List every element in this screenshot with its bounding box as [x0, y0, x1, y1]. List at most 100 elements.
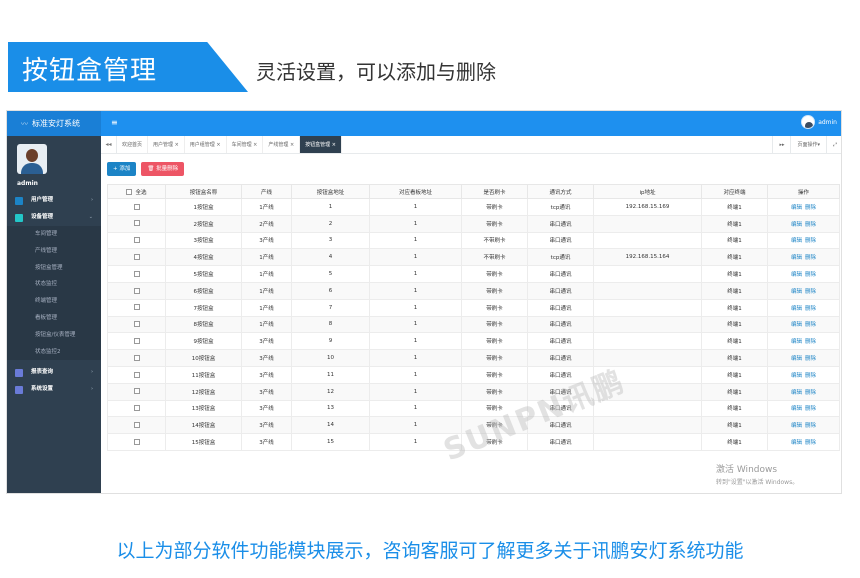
row-checkbox[interactable]: [133, 220, 140, 227]
tab-0[interactable]: 欢迎首页: [117, 136, 149, 153]
sidebar-subitem-4[interactable]: 按钮盒管理: [7, 259, 101, 277]
row-checkbox[interactable]: [133, 287, 140, 294]
edit-link[interactable]: 编辑: [791, 322, 802, 328]
edit-link[interactable]: 编辑: [791, 406, 802, 412]
delete-link[interactable]: 删除: [805, 238, 816, 244]
user-menu[interactable]: admin: [801, 115, 837, 129]
brand[interactable]: 〰标准安灯系统: [7, 111, 101, 136]
tab-2[interactable]: 用户组管理 ×: [185, 136, 227, 153]
delete-link[interactable]: 删除: [805, 205, 816, 211]
delete-link[interactable]: 删除: [805, 222, 816, 228]
sidebar-subitem-8[interactable]: 按钮盒/仪表管理: [7, 326, 101, 344]
edit-link[interactable]: 编辑: [791, 339, 802, 345]
edit-link[interactable]: 编辑: [791, 255, 802, 261]
sidebar-subitem-2[interactable]: 车间管理: [7, 226, 101, 243]
app-window: 〰标准安灯系统 ≡ admin admin 用户管理 › 设备管理 ⌄ 车间管理 产线管理…: [6, 110, 842, 494]
delete-link[interactable]: 删除: [805, 322, 816, 328]
tabs-back-icon[interactable]: ◂◂: [101, 136, 117, 153]
table-cell: 1产线: [241, 281, 292, 300]
row-checkbox[interactable]: [133, 304, 140, 311]
delete-link[interactable]: 删除: [805, 390, 816, 396]
row-checkbox[interactable]: [133, 254, 140, 261]
sidebar-subitem-5[interactable]: 状态监控: [7, 276, 101, 294]
column-header: 产线: [241, 184, 292, 199]
table-cell: 3产线: [241, 416, 292, 435]
table-cell: 终端1: [701, 231, 768, 250]
table-cell: [593, 265, 702, 283]
sidebar-item-0[interactable]: 用户管理 ›: [7, 192, 101, 209]
delete-link[interactable]: 删除: [805, 356, 816, 362]
table-cell: 14按钮盒: [165, 416, 242, 435]
row-checkbox[interactable]: [133, 321, 140, 328]
table-cell: [593, 298, 702, 317]
table-cell: 15: [291, 433, 370, 451]
edit-link[interactable]: 编辑: [791, 272, 802, 278]
column-header-label: 是否刷卡: [483, 189, 506, 196]
table-cell: [593, 281, 702, 300]
edit-link[interactable]: 编辑: [791, 440, 802, 446]
table-cell: 不带刷卡: [461, 248, 528, 267]
tab-5[interactable]: 按钮盒管理 ×: [300, 136, 342, 153]
sidebar-item-11[interactable]: 系统设置 ›: [7, 381, 101, 398]
table-cell: 终端1: [701, 214, 768, 233]
sidebar-subitem-7[interactable]: 看板管理: [7, 309, 101, 327]
delete-link[interactable]: 删除: [805, 289, 816, 295]
sidebar-item-label: 用户管理: [31, 197, 54, 203]
row-select-cell: [107, 298, 166, 317]
sidebar-subitem-9[interactable]: 状态监控2: [7, 343, 101, 361]
tab-4[interactable]: 产线管理 ×: [263, 136, 301, 153]
edit-link[interactable]: 编辑: [791, 423, 802, 429]
tab-1[interactable]: 用户管理 ×: [148, 136, 185, 153]
delete-link[interactable]: 删除: [805, 423, 816, 429]
windows-activate-title: 激活 Windows: [716, 465, 778, 475]
edit-link[interactable]: 编辑: [791, 373, 802, 379]
delete-link[interactable]: 删除: [805, 255, 816, 261]
row-checkbox[interactable]: [133, 354, 140, 361]
table-cell: 带刷卡: [461, 281, 528, 300]
tab-3[interactable]: 车间管理 ×: [227, 136, 264, 153]
fullscreen-icon[interactable]: ⤢: [825, 136, 841, 153]
table-row: 4按钮盒 1产线 4 1 不带刷卡 tcp通讯 192.168.15.164 终端1 编辑 删除: [107, 248, 840, 267]
add-button[interactable]: + 添加: [107, 162, 137, 176]
delete-link[interactable]: 删除: [805, 272, 816, 278]
row-checkbox[interactable]: [133, 438, 140, 445]
actions-cell: 编辑 删除: [767, 399, 840, 418]
delete-link[interactable]: 删除: [805, 406, 816, 412]
sidebar-subitem-6[interactable]: 终端管理: [7, 293, 101, 310]
batch-delete-button[interactable]: 🗑 批量删除: [141, 162, 185, 176]
row-checkbox[interactable]: [133, 405, 140, 412]
tabs-forward-icon[interactable]: ▸▸: [772, 136, 790, 153]
table-cell: 1产线: [241, 248, 292, 267]
edit-link[interactable]: 编辑: [791, 390, 802, 396]
row-checkbox[interactable]: [133, 203, 140, 210]
edit-link[interactable]: 编辑: [791, 238, 802, 244]
row-checkbox[interactable]: [133, 371, 140, 378]
sidebar-subitem-3[interactable]: 产线管理: [7, 242, 101, 260]
column-header: 按钮盒名称: [165, 184, 242, 199]
table-cell: 带刷卡: [461, 315, 528, 334]
edit-link[interactable]: 编辑: [791, 205, 802, 211]
row-checkbox[interactable]: [133, 388, 140, 395]
row-checkbox[interactable]: [133, 237, 140, 244]
table-cell: 不带刷卡: [461, 231, 528, 250]
page-ops-button[interactable]: 页面操作▾: [790, 136, 826, 153]
delete-link[interactable]: 删除: [805, 440, 816, 446]
edit-link[interactable]: 编辑: [791, 356, 802, 362]
edit-link[interactable]: 编辑: [791, 222, 802, 228]
row-checkbox[interactable]: [133, 270, 140, 277]
sidebar-item-10[interactable]: 报表查询 ›: [7, 364, 101, 381]
column-header[interactable]: 全选: [107, 184, 166, 199]
select-all-checkbox[interactable]: [126, 189, 133, 195]
row-checkbox[interactable]: [133, 422, 140, 428]
chevron-icon: ⌄: [88, 214, 93, 220]
edit-link[interactable]: 编辑: [791, 306, 802, 312]
delete-link[interactable]: 删除: [805, 306, 816, 312]
sidebar-item-1[interactable]: 设备管理 ⌄: [7, 209, 101, 226]
delete-link[interactable]: 删除: [805, 339, 816, 345]
menu-toggle-icon[interactable]: ≡: [111, 118, 118, 127]
table-cell: 终端1: [701, 198, 768, 216]
edit-link[interactable]: 编辑: [791, 289, 802, 295]
delete-link[interactable]: 删除: [805, 373, 816, 379]
row-select-cell: [107, 248, 166, 267]
row-checkbox[interactable]: [133, 338, 140, 345]
